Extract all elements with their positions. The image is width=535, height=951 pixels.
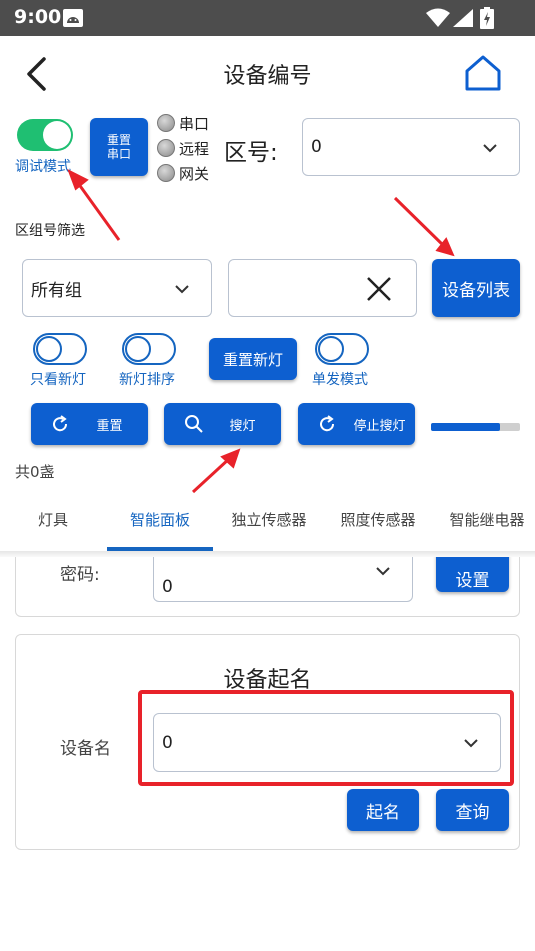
page-title: 设备编号 [223, 64, 312, 89]
tab-standalone-sensor[interactable]: 独立传感器 [222, 509, 316, 530]
single-send-mode-label: 单发模式 [312, 372, 368, 388]
chevron-down-icon [483, 144, 497, 153]
battery-charging-icon [480, 7, 494, 29]
status-bar: 9:00 [0, 0, 535, 36]
group-value: 所有组 [31, 280, 82, 301]
annotation-arrowhead-3 [220, 448, 241, 469]
refresh-icon [53, 415, 68, 432]
radio-gateway-label: 网关 [179, 165, 210, 183]
name-device-button[interactable]: 起名 [347, 789, 419, 831]
tab-lamps[interactable]: 灯具 [15, 509, 91, 530]
reset-button[interactable]: 重置 [31, 403, 148, 445]
radio-serial[interactable] [157, 114, 175, 132]
clear-icon[interactable] [366, 276, 392, 302]
tab-illuminance-sensor[interactable]: 照度传感器 [331, 509, 425, 530]
chevron-down-icon [175, 285, 189, 294]
single-send-mode-toggle[interactable] [315, 333, 369, 365]
annotation-arrow-2 [393, 196, 448, 250]
tab-smart-relay[interactable]: 智能继电器 [440, 509, 534, 530]
device-name-value: 0 [162, 732, 173, 753]
set-password-button[interactable]: 设置 [436, 557, 509, 592]
password-label: 密码: [60, 565, 100, 585]
new-lights-only-toggle[interactable] [33, 333, 87, 365]
new-lights-sort-toggle[interactable] [122, 333, 176, 365]
search-lights-label: 搜灯 [229, 418, 256, 434]
annotation-arrow-3 [191, 456, 232, 494]
device-name-select[interactable]: 0 [153, 713, 501, 772]
chevron-down-icon [376, 567, 390, 576]
reset-label: 重置 [96, 418, 123, 434]
tab-smart-panel[interactable]: 智能面板 [107, 509, 213, 530]
radio-remote[interactable] [157, 139, 175, 157]
password-card-clip: 密码: 0 设置 [0, 557, 535, 620]
status-time: 9:00 [14, 6, 62, 28]
stop-search-button[interactable]: 停止搜灯 [298, 403, 415, 445]
group-select[interactable]: 所有组 [22, 259, 212, 317]
reset-serial-label-1: 重置 [106, 133, 131, 147]
password-value: 0 [162, 577, 173, 597]
debug-mode-toggle[interactable] [17, 119, 73, 151]
home-icon[interactable] [464, 54, 502, 92]
stop-search-label: 停止搜灯 [353, 418, 406, 434]
chevron-down-icon [464, 739, 478, 748]
debug-mode-label: 调试模式 [15, 159, 71, 175]
annotation-arrowhead-1 [67, 168, 89, 191]
progress-bar [431, 423, 520, 431]
group-filter-label: 区组号筛选 [15, 223, 85, 239]
zone-value: 0 [311, 137, 322, 157]
zone-label: 区号: [224, 140, 278, 166]
count-text: 共0盏 [15, 463, 55, 481]
search-lights-button[interactable]: 搜灯 [164, 403, 281, 445]
progress-fill [431, 423, 501, 431]
reset-new-lights-button[interactable]: 重置新灯 [209, 338, 297, 380]
query-button[interactable]: 查询 [436, 789, 509, 831]
filter-input[interactable] [228, 259, 417, 317]
reset-serial-label-2: 串口 [106, 147, 131, 161]
device-name-label: 设备名 [60, 739, 111, 759]
new-lights-sort-label: 新灯排序 [119, 372, 175, 388]
annotation-arrowhead-2 [435, 237, 455, 257]
search-icon [185, 415, 203, 433]
android-icon [63, 9, 83, 27]
radio-serial-label: 串口 [179, 115, 210, 133]
new-lights-only-label: 只看新灯 [30, 372, 86, 388]
radio-remote-label: 远程 [179, 140, 210, 158]
device-list-button[interactable]: 设备列表 [432, 259, 520, 317]
wifi-icon [426, 8, 450, 27]
password-select[interactable]: 0 [153, 557, 413, 602]
reset-serial-button[interactable]: 重置 串口 [90, 118, 148, 176]
zone-select[interactable]: 0 [302, 118, 520, 176]
signal-icon [453, 9, 473, 27]
refresh-icon [320, 415, 335, 432]
radio-gateway[interactable] [157, 164, 175, 182]
